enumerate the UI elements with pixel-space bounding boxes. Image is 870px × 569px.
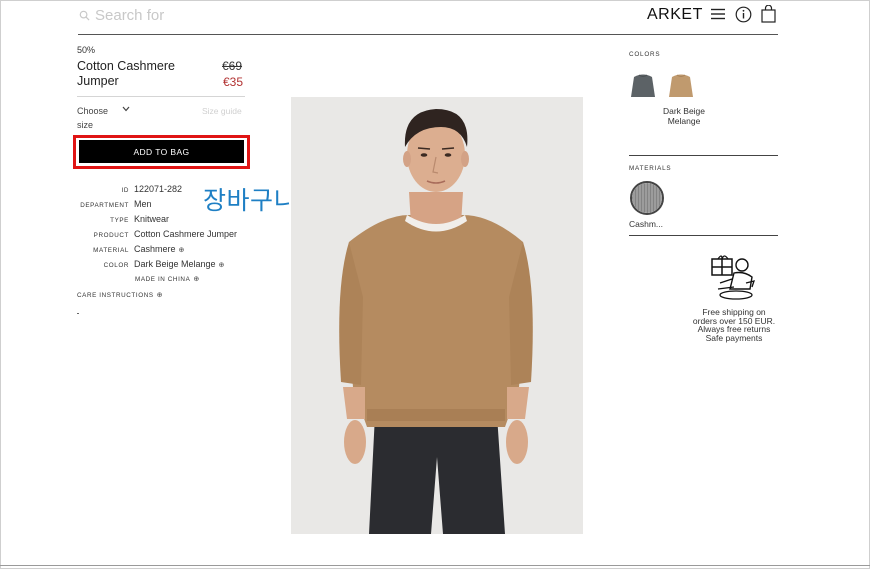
sale-price: €35 [223,75,244,89]
gift-delivery-icon [711,255,755,300]
color-swatch-beige[interactable] [668,71,694,99]
promo-line-4: Safe payments [705,332,763,343]
spec-label: DEPARTMENT [80,202,129,209]
spec-value[interactable]: Dark Beige Melange [134,259,216,269]
spec-label: PRODUCT [93,232,129,239]
spec-row-type: TYPE Knitwear [77,214,169,224]
size-guide-link[interactable]: Size guide [202,106,242,116]
original-price: €69 [222,59,243,73]
info-icon[interactable] [735,6,752,23]
care-instructions-label: CARE INSTRUCTIONS [77,292,154,299]
brand-logo[interactable]: ARKET [647,6,703,24]
menu-icon[interactable] [710,7,726,21]
spec-value: 122071-282 [134,184,183,194]
spec-label: MATERIAL [93,247,129,254]
model-photo [291,97,583,534]
spec-value[interactable]: Cashmere [134,244,176,254]
discount-badge: 50% [77,45,96,55]
bag-icon[interactable] [761,5,776,23]
promo-text: Free shipping on orders over 150 EUR. Al… [684,308,784,342]
spec-row-material: MATERIAL Cashmere ⊕ [77,244,184,254]
header-icons [710,5,776,23]
product-name: Cotton Cashmere Jumper [77,59,175,88]
spec-label: ID [121,187,129,194]
care-instructions[interactable]: CARE INSTRUCTIONS ⊕ [77,291,163,299]
header-divider [78,34,778,35]
material-name: Cashm... [629,219,664,229]
made-in-label: MADE IN CHINA [135,276,191,283]
plus-icon[interactable]: ⊕ [193,276,199,283]
add-to-bag-button[interactable]: ADD TO BAG [79,140,244,163]
spec-row-product: PRODUCT Cotton Cashmere Jumper [77,229,237,239]
spec-label: TYPE [110,217,129,224]
plus-icon[interactable]: ⊕ [179,246,185,254]
spec-row-id: ID 122071-282 [77,184,183,194]
plus-icon[interactable]: ⊕ [219,261,225,269]
made-in[interactable]: MADE IN CHINA ⊕ [135,275,200,283]
materials-divider [629,235,778,236]
materials-heading: MATERIALS [629,165,672,172]
spec-value: Knitwear [134,214,170,224]
page-bottom-divider [0,565,870,566]
plus-icon[interactable]: ⊕ [157,292,163,299]
search-input[interactable]: Search for [95,7,164,24]
selected-color-name: Dark Beige Melange [662,106,706,126]
colors-heading: COLORS [629,51,661,58]
size-select[interactable]: Choose size [77,104,117,132]
spec-label: COLOR [103,262,129,269]
colors-divider [629,155,778,156]
product-image[interactable] [291,97,583,534]
search-box[interactable]: Search for [79,7,164,24]
spec-value: Cotton Cashmere Jumper [134,229,238,239]
material-swatch[interactable] [630,181,664,215]
price-divider [77,96,245,97]
spec-value: Men [134,199,152,209]
color-swatch-grey[interactable] [630,71,656,99]
search-icon [79,10,90,21]
spec-row-color: COLOR Dark Beige Melange ⊕ [77,259,225,269]
separator-mark [77,313,79,314]
spec-row-department: DEPARTMENT Men [77,199,152,209]
chevron-down-icon[interactable] [122,105,130,114]
